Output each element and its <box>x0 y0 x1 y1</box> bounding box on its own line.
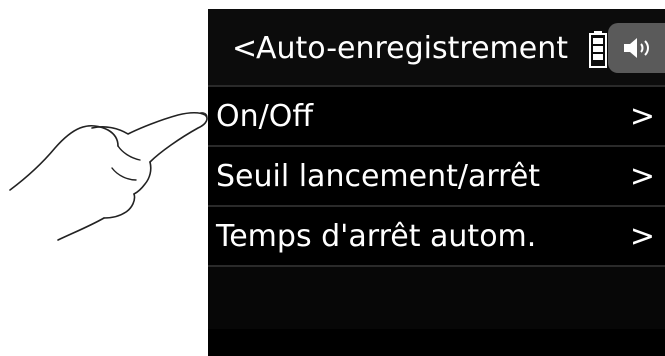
menu-item-threshold[interactable]: Seuil lancement/arrêt > <box>208 147 665 207</box>
menu-item-label: Temps d'arrêt autom. <box>216 219 537 254</box>
menu-item-auto-stop-time[interactable]: Temps d'arrêt autom. > <box>208 207 665 267</box>
menu-item-label: On/Off <box>216 99 314 134</box>
speaker-button[interactable] <box>608 23 665 73</box>
empty-menu-row <box>208 267 665 329</box>
menu-item-label: Seuil lancement/arrêt <box>216 159 541 194</box>
chevron-right-icon: > <box>629 219 655 254</box>
battery-icon <box>589 31 607 68</box>
device-screen: < Auto-enregistrement On/Off > Seuil lan… <box>208 9 665 356</box>
chevron-right-icon: > <box>629 159 655 194</box>
back-button[interactable]: < <box>232 29 257 69</box>
menu-item-on-off[interactable]: On/Off > <box>208 87 665 147</box>
chevron-right-icon: > <box>629 99 655 134</box>
screen-header: < Auto-enregistrement <box>208 9 665 87</box>
speaker-icon <box>624 38 649 58</box>
screen-title: Auto-enregistrement <box>256 31 568 66</box>
pointing-hand-illustration <box>9 111 208 241</box>
